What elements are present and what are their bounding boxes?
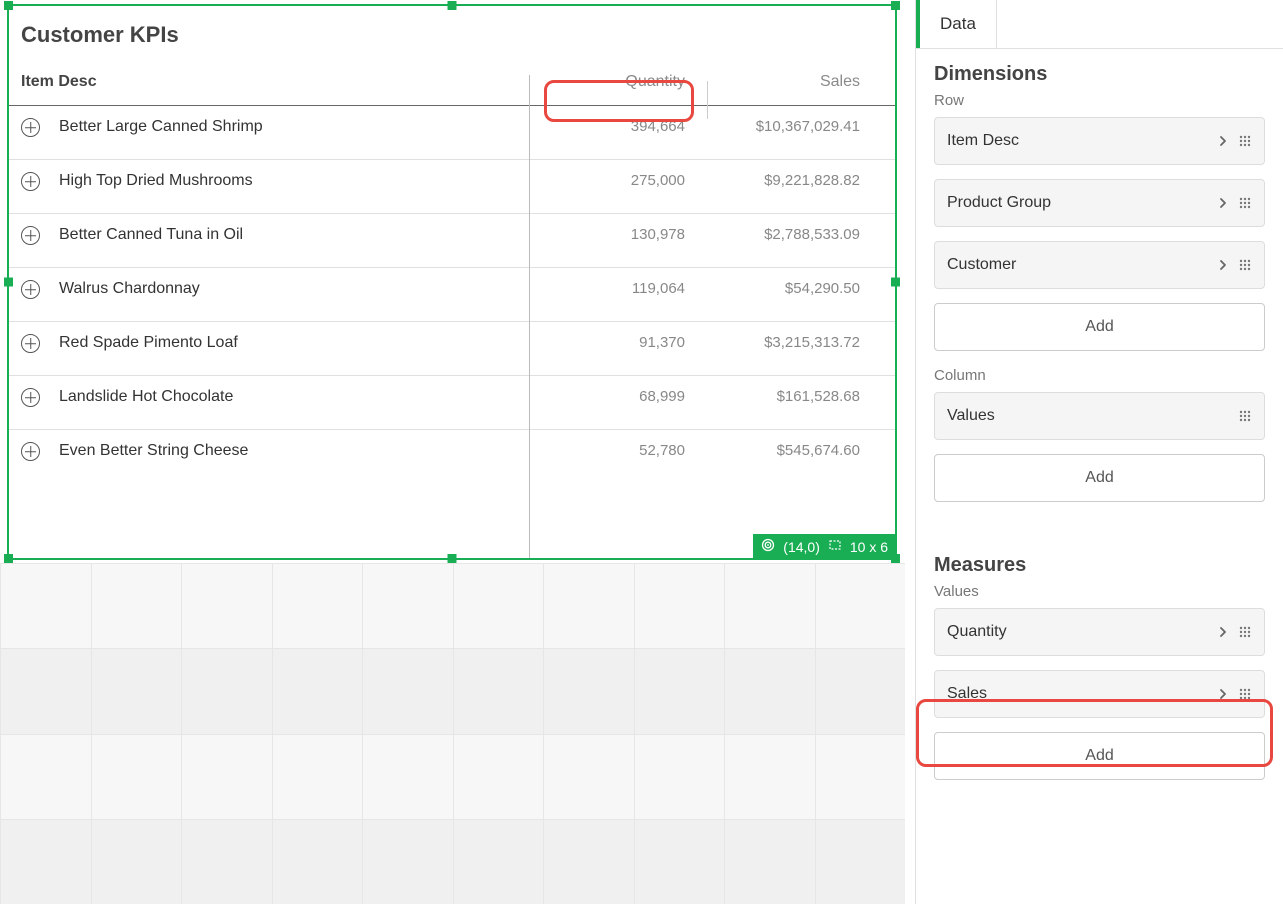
pill-label: Sales [947, 685, 987, 703]
drag-grip-icon[interactable] [1238, 687, 1252, 701]
column-header-quantity[interactable]: Quantity [517, 73, 697, 91]
cell-item-desc: Better Canned Tuna in Oil [59, 226, 517, 244]
expand-icon[interactable] [21, 388, 40, 407]
canvas-area: Customer KPIs Item Desc Quantity Sales B… [0, 0, 905, 904]
pivot-table: Item Desc Quantity Sales Better Large Ca… [9, 58, 895, 483]
measures-title: Measures [934, 554, 1265, 577]
dimension-column-pill[interactable]: Values [934, 392, 1265, 440]
column-subtitle: Column [934, 367, 1265, 384]
expand-icon[interactable] [21, 334, 40, 353]
selection-status-pill: (14,0) 10 x 6 [753, 534, 896, 559]
resize-handle-top-right[interactable] [891, 1, 900, 10]
cell-quantity: 68,999 [517, 388, 697, 405]
drag-grip-icon[interactable] [1238, 625, 1252, 639]
table-row[interactable]: Better Large Canned Shrimp394,664$10,367… [9, 106, 895, 160]
cell-item-desc: High Top Dried Mushrooms [59, 172, 517, 190]
chevron-right-icon [1218, 258, 1228, 272]
dimension-row-pill[interactable]: Product Group [934, 179, 1265, 227]
dimension-row-pill[interactable]: Customer [934, 241, 1265, 289]
drag-grip-icon[interactable] [1238, 196, 1252, 210]
chevron-right-icon [1218, 134, 1228, 148]
dimensions-icon [828, 538, 842, 555]
add-measure-button[interactable]: Add [934, 732, 1265, 780]
resize-handle-bot-mid[interactable] [448, 554, 457, 563]
row-subtitle: Row [934, 92, 1265, 109]
cell-quantity: 52,780 [517, 442, 697, 459]
resize-handle-mid-right[interactable] [891, 278, 900, 287]
pill-label: Quantity [947, 623, 1007, 641]
expand-icon[interactable] [21, 118, 40, 137]
measures-section: Measures Values Quantity Sales Add [916, 540, 1283, 796]
table-row[interactable]: Landslide Hot Chocolate68,999$161,528.68 [9, 376, 895, 430]
properties-panel: Data Dimensions Row Item Desc Product Gro… [915, 0, 1283, 904]
column-divider [707, 81, 708, 119]
drag-grip-icon[interactable] [1238, 258, 1252, 272]
values-subtitle: Values [934, 583, 1265, 600]
cell-quantity: 130,978 [517, 226, 697, 243]
table-header-row: Item Desc Quantity Sales [9, 58, 895, 106]
drag-grip-icon[interactable] [1238, 134, 1252, 148]
cell-sales: $2,788,533.09 [697, 226, 872, 243]
cell-sales: $161,528.68 [697, 388, 872, 405]
cell-sales: $3,215,313.72 [697, 334, 872, 351]
pill-label: Customer [947, 256, 1016, 274]
drag-grip-icon[interactable] [1238, 409, 1252, 423]
dimensions-title: Dimensions [934, 63, 1265, 86]
expand-icon[interactable] [21, 172, 40, 191]
chart-title[interactable]: Customer KPIs [9, 6, 895, 58]
cell-sales: $54,290.50 [697, 280, 872, 297]
cell-sales: $9,221,828.82 [697, 172, 872, 189]
cell-quantity: 119,064 [517, 280, 697, 297]
table-row[interactable]: Red Spade Pimento Loaf91,370$3,215,313.7… [9, 322, 895, 376]
cell-item-desc: Better Large Canned Shrimp [59, 118, 517, 136]
cell-sales: $545,674.60 [697, 442, 872, 459]
measure-pill[interactable]: Sales [934, 670, 1265, 718]
chevron-right-icon [1218, 625, 1228, 639]
resize-handle-top-mid[interactable] [448, 1, 457, 10]
pill-label: Item Desc [947, 132, 1019, 150]
cell-sales: $10,367,029.41 [697, 118, 872, 135]
sheet-grid-background [0, 563, 905, 904]
cell-item-desc: Even Better String Cheese [59, 442, 517, 460]
selected-object-frame[interactable]: Customer KPIs Item Desc Quantity Sales B… [7, 4, 897, 560]
sidebar-tabs: Data [916, 0, 1283, 49]
tab-data[interactable]: Data [916, 0, 997, 48]
cell-quantity: 91,370 [517, 334, 697, 351]
chevron-right-icon [1218, 196, 1228, 210]
cell-item-desc: Landslide Hot Chocolate [59, 388, 517, 406]
cell-quantity: 275,000 [517, 172, 697, 189]
pill-label: Product Group [947, 194, 1051, 212]
selection-position: (14,0) [783, 539, 820, 555]
selection-size: 10 x 6 [850, 539, 888, 555]
chevron-right-icon [1218, 687, 1228, 701]
add-column-dimension-button[interactable]: Add [934, 454, 1265, 502]
pill-label: Values [947, 407, 995, 425]
resize-handle-mid-left[interactable] [4, 278, 13, 287]
dimensions-section: Dimensions Row Item Desc Product Group Cus… [916, 49, 1283, 518]
cell-quantity: 394,664 [517, 118, 697, 135]
expand-icon[interactable] [21, 226, 40, 245]
expand-icon[interactable] [21, 280, 40, 299]
measure-pill[interactable]: Quantity [934, 608, 1265, 656]
table-body: Better Large Canned Shrimp394,664$10,367… [9, 106, 895, 483]
cell-item-desc: Red Spade Pimento Loaf [59, 334, 517, 352]
table-row[interactable]: High Top Dried Mushrooms275,000$9,221,82… [9, 160, 895, 214]
resize-handle-top-left[interactable] [4, 1, 13, 10]
table-row[interactable]: Walrus Chardonnay119,064$54,290.50 [9, 268, 895, 322]
cell-item-desc: Walrus Chardonnay [59, 280, 517, 298]
resize-handle-bot-left[interactable] [4, 554, 13, 563]
expand-icon[interactable] [21, 442, 40, 461]
column-header-item-desc[interactable]: Item Desc [21, 73, 517, 91]
column-divider [529, 75, 530, 558]
dimension-row-pill[interactable]: Item Desc [934, 117, 1265, 165]
column-header-sales[interactable]: Sales [697, 73, 872, 91]
table-row[interactable]: Better Canned Tuna in Oil130,978$2,788,5… [9, 214, 895, 268]
add-row-dimension-button[interactable]: Add [934, 303, 1265, 351]
target-icon [761, 538, 775, 555]
table-row[interactable]: Even Better String Cheese52,780$545,674.… [9, 430, 895, 483]
